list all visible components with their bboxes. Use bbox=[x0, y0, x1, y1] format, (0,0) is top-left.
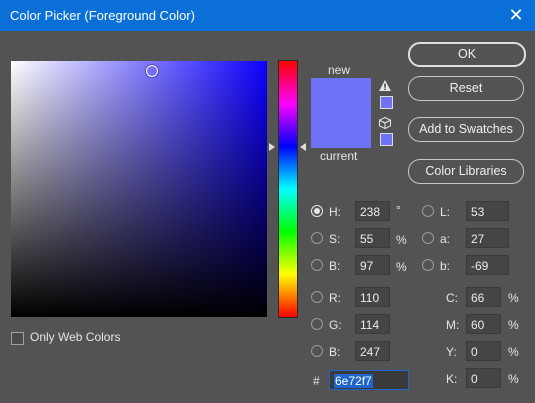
color-libraries-button[interactable]: Color Libraries bbox=[408, 159, 524, 184]
color-field-marker-icon[interactable] bbox=[146, 65, 158, 77]
brightness-label: B: bbox=[329, 259, 341, 273]
hue-input[interactable]: 238 bbox=[355, 201, 390, 221]
red-radio[interactable] bbox=[311, 291, 323, 303]
blue-label: B: bbox=[329, 345, 341, 359]
brightness-radio[interactable] bbox=[311, 259, 323, 271]
lab-a-input[interactable]: 27 bbox=[466, 228, 509, 248]
green-input[interactable]: 114 bbox=[355, 314, 390, 334]
black-input[interactable]: 0 bbox=[466, 368, 501, 388]
lab-l-radio[interactable] bbox=[422, 205, 434, 217]
hex-value: 6e72f7 bbox=[334, 374, 373, 388]
hue-slider-left-arrow-icon[interactable] bbox=[269, 143, 275, 151]
lab-l-input[interactable]: 53 bbox=[466, 201, 509, 221]
hex-prefix-label: # bbox=[313, 374, 320, 388]
cyan-unit: % bbox=[508, 291, 519, 305]
lab-a-radio[interactable] bbox=[422, 232, 434, 244]
ok-button[interactable]: OK bbox=[408, 42, 526, 67]
only-web-colors-checkbox[interactable] bbox=[11, 332, 24, 345]
close-icon[interactable]: ✕ bbox=[505, 4, 527, 26]
brightness-unit: % bbox=[396, 260, 407, 274]
yellow-unit: % bbox=[508, 345, 519, 359]
only-web-colors-label[interactable]: Only Web Colors bbox=[30, 330, 120, 344]
add-to-swatches-button[interactable]: Add to Swatches bbox=[408, 117, 524, 142]
lab-b-input[interactable]: -69 bbox=[466, 255, 509, 275]
title-bar: Color Picker (Foreground Color) ✕ bbox=[0, 0, 535, 31]
saturation-radio[interactable] bbox=[311, 232, 323, 244]
cyan-label: C: bbox=[446, 291, 458, 305]
cyan-input[interactable]: 66 bbox=[466, 287, 501, 307]
new-color-swatch bbox=[311, 78, 371, 114]
color-field[interactable] bbox=[11, 61, 267, 317]
current-color-swatch[interactable] bbox=[311, 114, 371, 148]
saturation-unit: % bbox=[396, 233, 407, 247]
hue-unit: ° bbox=[396, 203, 401, 217]
magenta-input[interactable]: 60 bbox=[466, 314, 501, 334]
reset-button[interactable]: Reset bbox=[408, 76, 524, 101]
black-unit: % bbox=[508, 372, 519, 386]
red-input[interactable]: 110 bbox=[355, 287, 390, 307]
magenta-label: M: bbox=[446, 318, 460, 332]
out-of-gamut-warning-icon[interactable] bbox=[379, 80, 391, 92]
lab-l-label: L: bbox=[440, 205, 451, 219]
green-radio[interactable] bbox=[311, 318, 323, 330]
window-title: Color Picker (Foreground Color) bbox=[10, 8, 195, 23]
lab-b-radio[interactable] bbox=[422, 259, 434, 271]
hue-slider-right-arrow-icon[interactable] bbox=[300, 143, 306, 151]
web-safe-cube-icon[interactable] bbox=[379, 117, 391, 129]
green-label: G: bbox=[329, 318, 342, 332]
black-label: K: bbox=[446, 372, 458, 386]
magenta-unit: % bbox=[508, 318, 519, 332]
red-label: R: bbox=[329, 291, 341, 305]
saturation-label: S: bbox=[329, 232, 341, 246]
hue-slider[interactable] bbox=[278, 60, 298, 318]
hex-input[interactable]: 6e72f7 bbox=[329, 370, 409, 390]
saturation-input[interactable]: 55 bbox=[355, 228, 390, 248]
web-safe-swatch[interactable] bbox=[380, 133, 393, 146]
gamut-swatch[interactable] bbox=[380, 96, 393, 109]
yellow-input[interactable]: 0 bbox=[466, 341, 501, 361]
brightness-input[interactable]: 97 bbox=[355, 255, 390, 275]
lab-b-label: b: bbox=[440, 259, 451, 273]
blue-input[interactable]: 247 bbox=[355, 341, 390, 361]
hue-label: H: bbox=[329, 205, 341, 219]
new-label: new bbox=[328, 63, 351, 77]
yellow-label: Y: bbox=[446, 345, 457, 359]
lab-a-label: a: bbox=[440, 232, 451, 246]
hue-radio[interactable] bbox=[311, 205, 323, 217]
current-label: current bbox=[320, 149, 358, 163]
blue-radio[interactable] bbox=[311, 345, 323, 357]
